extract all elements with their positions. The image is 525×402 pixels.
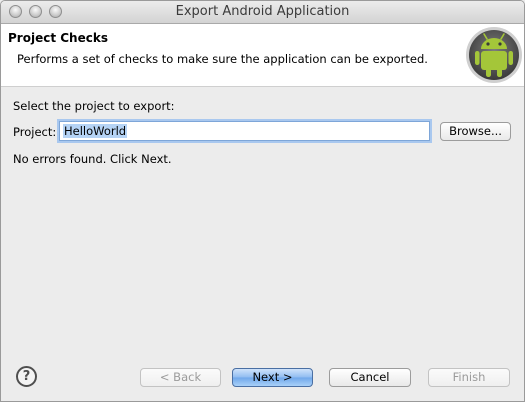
window-title: Export Android Application [175,4,350,19]
cancel-button[interactable]: Cancel [329,368,411,387]
browse-button[interactable]: Browse... [440,122,511,141]
project-input-value: HelloWorld [63,124,128,138]
export-dialog-window: Export Android Application Project Check… [0,0,525,402]
project-input[interactable]: HelloWorld [59,121,430,141]
title-bar[interactable]: Export Android Application [1,1,524,24]
wizard-header: Project Checks Performs a set of checks … [1,24,524,87]
page-description: Performs a set of checks to make sure th… [17,52,428,66]
help-icon[interactable]: ? [16,366,37,387]
back-button[interactable]: < Back [140,368,221,387]
page-title: Project Checks [8,31,108,45]
finish-button[interactable]: Finish [428,368,510,387]
select-project-prompt: Select the project to export: [13,99,175,113]
wizard-content: Select the project to export: Project: H… [1,87,524,401]
status-message: No errors found. Click Next. [13,152,172,166]
android-icon [466,27,522,83]
project-label: Project: [13,125,57,139]
next-button[interactable]: Next > [232,368,313,387]
